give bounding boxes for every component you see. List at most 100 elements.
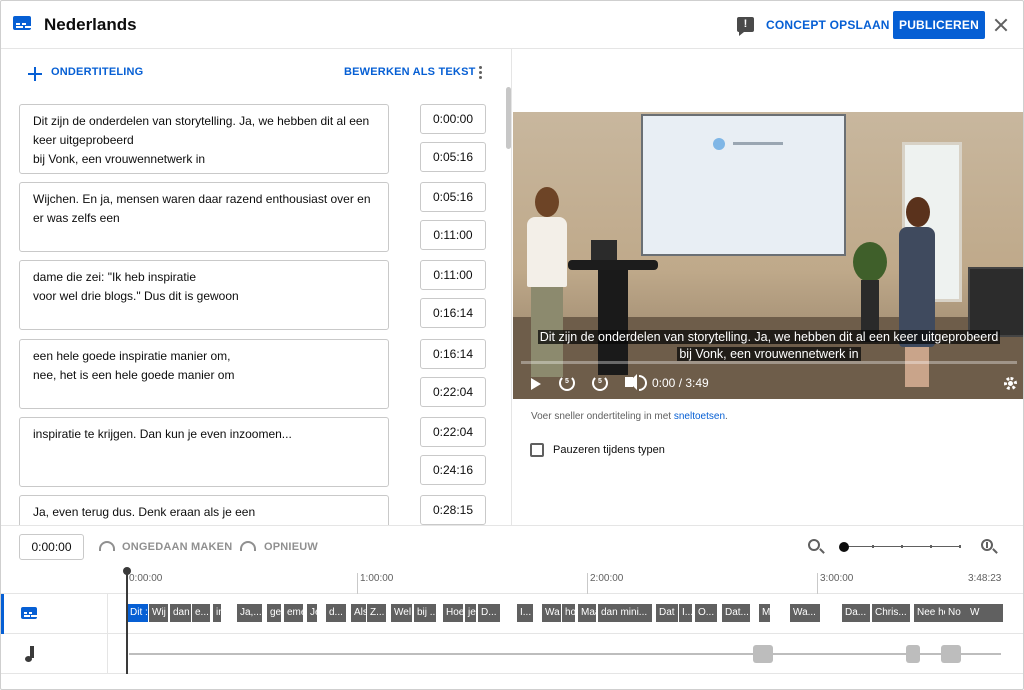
subtitle-chip[interactable]: ho: [562, 604, 575, 622]
subtitle-chip[interactable]: M: [759, 604, 770, 622]
cue-end-time[interactable]: 0:22:04: [420, 377, 486, 407]
subtitle-chip[interactable]: Dit :: [127, 604, 148, 622]
cue-start-time[interactable]: 0:28:15: [420, 495, 486, 525]
more-vert-icon[interactable]: [479, 66, 483, 80]
video-player[interactable]: Dit zijn de onderdelen van storytelling.…: [513, 112, 1023, 399]
subtitle-track[interactable]: Dit :Wijdane...in Ja,... geemeJe d... AlsZ..…: [1, 594, 1023, 634]
subtitle-chip[interactable]: Wa: [542, 604, 561, 622]
ruler-tick: [357, 573, 358, 594]
current-time-field[interactable]: 0:00:00: [19, 534, 84, 560]
subtitle-chip[interactable]: Z...: [367, 604, 386, 622]
preview-panel: Dit zijn de onderdelen van storytelling.…: [513, 49, 1023, 525]
projector-screen: [641, 114, 846, 256]
subtitle-chip[interactable]: dan: [170, 604, 191, 622]
play-icon[interactable]: [531, 378, 541, 390]
dialog-header: Nederlands ! CONCEPT OPSLAAN PUBLICEREN: [1, 1, 1023, 49]
cue-end-time[interactable]: 0:24:16: [420, 455, 486, 485]
cue-text-field[interactable]: Wijchen. En ja, mensen waren daar razend…: [19, 182, 389, 252]
zoom-out-icon[interactable]: [808, 539, 820, 551]
cue-text-field[interactable]: Dit zijn de onderdelen van storytelling.…: [19, 104, 389, 174]
subtitle-chip[interactable]: dan mini...: [598, 604, 652, 622]
subtitle-chip[interactable]: Hoe: [443, 604, 463, 622]
subtitle-chip[interactable]: bij ...: [414, 604, 436, 622]
subtitle-chip[interactable]: je: [465, 604, 476, 622]
cue-start-time[interactable]: 0:16:14: [420, 339, 486, 369]
publish-button[interactable]: PUBLICEREN: [893, 11, 985, 39]
subtitle-chip[interactable]: D...: [478, 604, 500, 622]
subtitle-chip[interactable]: Als: [351, 604, 366, 622]
subtitle-chip[interactable]: O...: [695, 604, 717, 622]
subtitle-chip[interactable]: d...: [326, 604, 346, 622]
subtitle-chip[interactable]: Wel: [391, 604, 412, 622]
subtitle-chip[interactable]: Maa: [578, 604, 596, 622]
forward-icon[interactable]: 5: [592, 375, 608, 391]
cue-text-field[interactable]: Ja, even terug dus. Denk eraan als je ee…: [19, 495, 389, 525]
zoom-tick: [901, 545, 903, 548]
cue-text-field[interactable]: dame die zei: "Ik heb inspiratie voor wel…: [19, 260, 389, 330]
feedback-icon[interactable]: !: [737, 17, 754, 36]
cue-text-field[interactable]: inspiratie te krijgen. Dan kun je even i…: [19, 417, 389, 487]
cue-start-time[interactable]: 0:11:00: [420, 260, 486, 290]
pause-while-typing-checkbox[interactable]: [530, 443, 544, 457]
undo-button[interactable]: ONGEDAAN MAKEN: [122, 541, 232, 553]
add-subtitle-label: ONDERTITELING: [51, 66, 144, 78]
shortcut-note: Voer sneller ondertiteling in met snelto…: [531, 411, 728, 422]
page-title: Nederlands: [44, 15, 137, 34]
cue-end-time[interactable]: 0:05:16: [420, 142, 486, 172]
subtitle-chip[interactable]: Ja,...: [237, 604, 262, 622]
gear-icon[interactable]: [1004, 377, 1017, 390]
playhead[interactable]: [123, 567, 131, 674]
cue-text-line: Ja, even terug dus. Denk eraan als je ee…: [33, 505, 256, 519]
cue-text-line: Wijchen. En ja, mensen waren daar razend…: [33, 192, 371, 206]
subtitle-chip[interactable]: I...: [517, 604, 533, 622]
edit-as-text-button[interactable]: BEWERKEN ALS TEKST: [344, 66, 476, 78]
video-progress-bar[interactable]: [521, 361, 1017, 364]
video-subtitle-line-1: Dit zijn de onderdelen van storytelling.…: [537, 330, 1001, 344]
cue-list-scrollbar[interactable]: [506, 87, 511, 149]
subtitle-chip[interactable]: I...: [679, 604, 692, 622]
subtitle-chip[interactable]: Da...: [842, 604, 870, 622]
subtitle-chip[interactable]: No: [945, 604, 965, 622]
redo-button[interactable]: OPNIEUW: [264, 541, 318, 553]
zoom-tick: [930, 545, 932, 548]
subtitle-chip[interactable]: Dat...: [722, 604, 750, 622]
redo-icon[interactable]: [240, 541, 256, 551]
cue-start-time[interactable]: 0:05:16: [420, 182, 486, 212]
cue-text-line: voor wel drie blogs." Dus dit is gewoon: [33, 289, 239, 303]
subtitle-chip[interactable]: Wij: [149, 604, 168, 622]
save-draft-button[interactable]: CONCEPT OPSLAAN: [766, 15, 890, 35]
cue-end-time[interactable]: 0:11:00: [420, 220, 486, 250]
subtitle-chip[interactable]: ge: [267, 604, 281, 622]
subtitle-chip[interactable]: e...: [192, 604, 210, 622]
subtitle-chip[interactable]: eme: [284, 604, 303, 622]
subtitle-chip[interactable]: in: [213, 604, 221, 622]
subtitle-chip[interactable]: W: [967, 604, 1003, 622]
plant: [853, 242, 887, 342]
ruler-tick: [817, 573, 818, 594]
subtitle-chip[interactable]: Wa...: [790, 604, 820, 622]
cue-start-time[interactable]: 0:22:04: [420, 417, 486, 447]
cue-end-time[interactable]: 0:16:14: [420, 298, 486, 328]
subtitle-chip[interactable]: Je: [307, 604, 317, 622]
cue-start-time[interactable]: 0:00:00: [420, 104, 486, 134]
rewind-icon[interactable]: 5: [559, 375, 575, 391]
subtitle-chip[interactable]: Chris...: [872, 604, 910, 622]
shortcuts-link[interactable]: sneltoetsen: [674, 411, 725, 422]
feedback-glyph: !: [743, 18, 748, 30]
ruler-label: 2:00:00: [590, 573, 624, 584]
close-icon[interactable]: [991, 15, 1011, 35]
audio-waveform-peak: [941, 645, 961, 663]
plus-icon: [28, 67, 42, 81]
time-ruler[interactable]: 0:00:00 1:00:00 2:00:00 3:00:00 3:48:23: [1, 566, 1023, 594]
undo-icon[interactable]: [99, 541, 115, 551]
cue-text-line: dame die zei: "Ik heb inspiratie: [33, 270, 197, 284]
subtitle-chip[interactable]: Dat: [656, 604, 678, 622]
cue-text-line: keer uitgeprobeerd: [33, 133, 134, 147]
zoom-slider-handle[interactable]: [839, 542, 849, 552]
zoom-in-icon[interactable]: [981, 539, 993, 551]
cue-text-field[interactable]: een hele goede inspiratie manier om, nee,…: [19, 339, 389, 409]
volume-icon[interactable]: [625, 374, 647, 391]
equipment: [968, 267, 1023, 337]
cue-text-line: een hele goede inspiratie manier om,: [33, 349, 231, 363]
audio-track[interactable]: [1, 634, 1023, 674]
